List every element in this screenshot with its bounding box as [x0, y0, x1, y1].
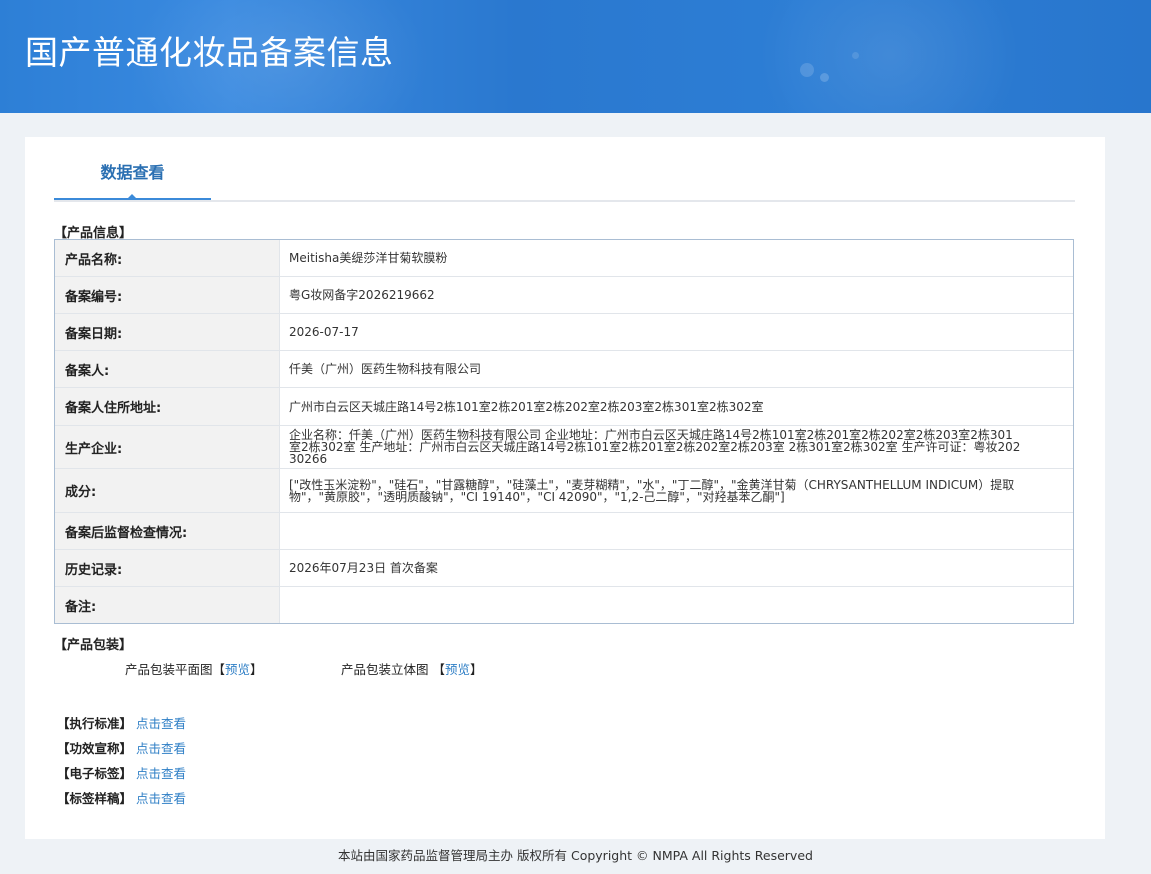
row-label: 备案人:: [55, 351, 280, 387]
row-label: 备注:: [55, 587, 280, 623]
row-value: 2026-07-17: [289, 325, 359, 339]
efficacy-label: 【功效宣称】: [57, 741, 133, 756]
row-value: Meitisha美缇莎洋甘菊软膜粉: [289, 251, 448, 265]
banner-decoration: [820, 73, 829, 82]
tab-bar: 数据查看: [54, 137, 1075, 202]
package-flat-label: 产品包装平面图: [125, 662, 213, 677]
bracket: 】: [470, 662, 483, 677]
table-row: 备案编号: 粤G妆网备字2026219662: [55, 277, 1073, 314]
row-value: [280, 587, 1073, 623]
table-row: 备注:: [55, 587, 1073, 623]
row-label: 产品名称:: [55, 240, 280, 276]
package-flat-view: 产品包装平面图【预览】: [125, 659, 263, 678]
label-draft-label: 【标签样稿】: [57, 791, 133, 806]
efficacy-view-link[interactable]: 点击查看: [136, 741, 186, 756]
table-row: 产品名称: Meitisha美缇莎洋甘菊软膜粉: [55, 240, 1073, 277]
table-row: 备案日期: 2026-07-17: [55, 314, 1073, 351]
table-row: 成分: ["改性玉米淀粉"，"硅石"，"甘露糖醇"，"硅藻土"，"麦芽糊精"，"…: [55, 469, 1073, 513]
header-banner: 国产普通化妆品备案信息: [0, 0, 1151, 113]
product-info-table: 产品名称: Meitisha美缇莎洋甘菊软膜粉 备案编号: 粤G妆网备字2026…: [54, 239, 1074, 624]
table-row: 备案人: 仟美（广州）医药生物科技有限公司: [55, 351, 1073, 388]
bracket: 【: [212, 662, 226, 677]
e-label-view-link[interactable]: 点击查看: [136, 766, 186, 781]
package-flat-preview-link[interactable]: 预览: [225, 662, 250, 677]
row-value: 企业名称：仟美（广州）医药生物科技有限公司 企业地址：广州市白云区天城庄路14号…: [289, 428, 1021, 466]
bracket: 【: [432, 662, 446, 677]
bracket: 】: [250, 662, 263, 677]
footer-copyright: 本站由国家药品监督管理局主办 版权所有 Copyright © NMPA All…: [338, 848, 813, 863]
e-label-label: 【电子标签】: [57, 766, 133, 781]
row-label: 备案人住所地址:: [55, 388, 280, 425]
row-value: 粤G妆网备字2026219662: [289, 288, 435, 302]
tab-indicator-icon: [127, 194, 137, 199]
list-item: 【功效宣称】 点击查看: [57, 738, 186, 763]
package-solid-view: 产品包装立体图 【预览】: [341, 659, 483, 678]
row-value: 广州市白云区天城庄路14号2栋101室2栋201室2栋202室2栋203室2栋3…: [289, 399, 764, 414]
row-value: 2026年07月23日 首次备案: [289, 561, 438, 575]
table-row: 备案人住所地址: 广州市白云区天城庄路14号2栋101室2栋201室2栋202室…: [55, 388, 1073, 426]
standard-view-link[interactable]: 点击查看: [136, 716, 186, 731]
table-row: 备案后监督检查情况:: [55, 513, 1073, 550]
table-row: 历史记录: 2026年07月23日 首次备案: [55, 550, 1073, 587]
page-title: 国产普通化妆品备案信息: [25, 33, 394, 72]
row-value: ["改性玉米淀粉"，"硅石"，"甘露糖醇"，"硅藻土"，"麦芽糊精"，"水"，"…: [289, 477, 1015, 504]
standard-label: 【执行标准】: [57, 716, 133, 731]
banner-decoration: [852, 52, 859, 59]
row-value: 仟美（广州）医药生物科技有限公司: [289, 362, 482, 376]
packaging-title: 【产品包装】: [54, 638, 133, 653]
table-row: 生产企业: 企业名称：仟美（广州）医药生物科技有限公司 企业地址：广州市白云区天…: [55, 426, 1073, 469]
banner-decoration: [760, 0, 1020, 113]
list-item: 【执行标准】 点击查看: [57, 713, 186, 738]
row-label: 备案编号:: [55, 277, 280, 313]
list-item: 【标签样稿】 点击查看: [57, 788, 186, 813]
tab-data-view[interactable]: 数据查看: [54, 137, 211, 200]
package-solid-label: 产品包装立体图: [341, 662, 429, 677]
banner-decoration: [800, 63, 814, 77]
list-item: 【电子标签】 点击查看: [57, 763, 186, 788]
tab-label: 数据查看: [100, 163, 165, 182]
row-label: 历史记录:: [55, 550, 280, 586]
row-label: 备案后监督检查情况:: [55, 513, 280, 549]
package-solid-preview-link[interactable]: 预览: [445, 662, 470, 677]
label-draft-view-link[interactable]: 点击查看: [136, 791, 186, 806]
document-links: 【执行标准】 点击查看 【功效宣称】 点击查看 【电子标签】 点击查看 【标签样…: [57, 713, 186, 813]
content-panel: 数据查看 【产品信息】 产品名称: Meitisha美缇莎洋甘菊软膜粉 备案编号…: [25, 137, 1105, 839]
row-label: 备案日期:: [55, 314, 280, 350]
row-label: 生产企业:: [55, 426, 280, 468]
row-value: [280, 513, 1073, 549]
row-label: 成分:: [55, 469, 280, 512]
